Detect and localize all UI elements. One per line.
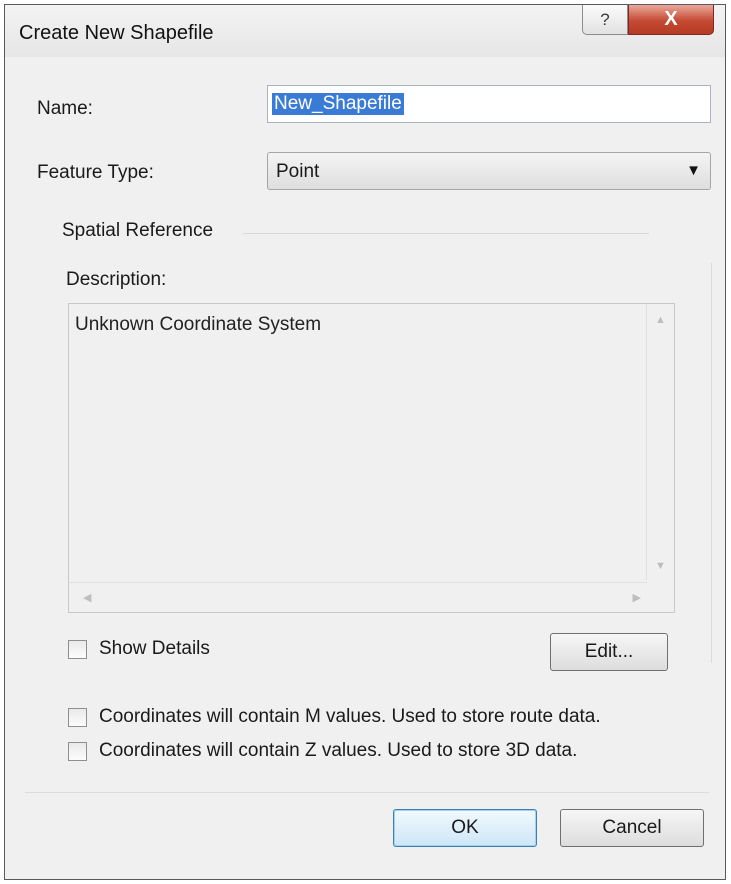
description-label: Description:: [66, 269, 167, 290]
name-input-value: New_Shapefile: [272, 93, 404, 115]
horizontal-scrollbar[interactable]: ◀ ▶: [69, 582, 647, 612]
dialog-title: Create New Shapefile: [19, 22, 214, 44]
create-new-shapefile-dialog: Create New Shapefile ? X Name: New_Shape…: [4, 4, 726, 880]
edit-button[interactable]: Edit...: [550, 633, 668, 671]
name-input[interactable]: New_Shapefile: [267, 85, 711, 123]
feature-type-label: Feature Type:: [37, 162, 154, 183]
help-icon: ?: [600, 9, 610, 29]
description-text: Unknown Coordinate System: [75, 314, 322, 335]
group-border-top: [243, 233, 649, 234]
show-details-checkbox[interactable]: [68, 640, 87, 659]
help-button[interactable]: ?: [582, 5, 628, 35]
button-separator: [25, 792, 709, 793]
scroll-down-icon: ▼: [655, 560, 666, 572]
spatial-reference-group-label: Spatial Reference: [62, 220, 214, 241]
close-icon: X: [664, 8, 678, 30]
z-values-checkbox[interactable]: [68, 742, 87, 761]
scroll-left-icon: ◀: [83, 592, 92, 604]
m-values-checkbox[interactable]: [68, 708, 87, 727]
z-values-label: Coordinates will contain Z values. Used …: [99, 740, 578, 761]
m-values-label: Coordinates will contain M values. Used …: [99, 706, 601, 727]
scroll-up-icon: ▲: [655, 314, 666, 326]
cancel-button[interactable]: Cancel: [560, 809, 704, 847]
feature-type-select[interactable]: Point ▼: [267, 152, 711, 190]
show-details-label: Show Details: [99, 638, 210, 659]
group-border-right: [711, 263, 712, 663]
scroll-right-icon: ▶: [632, 592, 641, 604]
title-bar: Create New Shapefile ? X: [5, 5, 725, 57]
vertical-scrollbar[interactable]: ▲ ▼: [646, 304, 674, 580]
feature-type-value: Point: [276, 161, 320, 182]
ok-button[interactable]: OK: [393, 809, 537, 847]
chevron-down-icon: ▼: [686, 162, 701, 179]
description-textarea[interactable]: Unknown Coordinate System ▲ ▼ ◀ ▶: [68, 303, 675, 613]
name-label: Name:: [37, 98, 93, 119]
close-button[interactable]: X: [628, 5, 714, 35]
